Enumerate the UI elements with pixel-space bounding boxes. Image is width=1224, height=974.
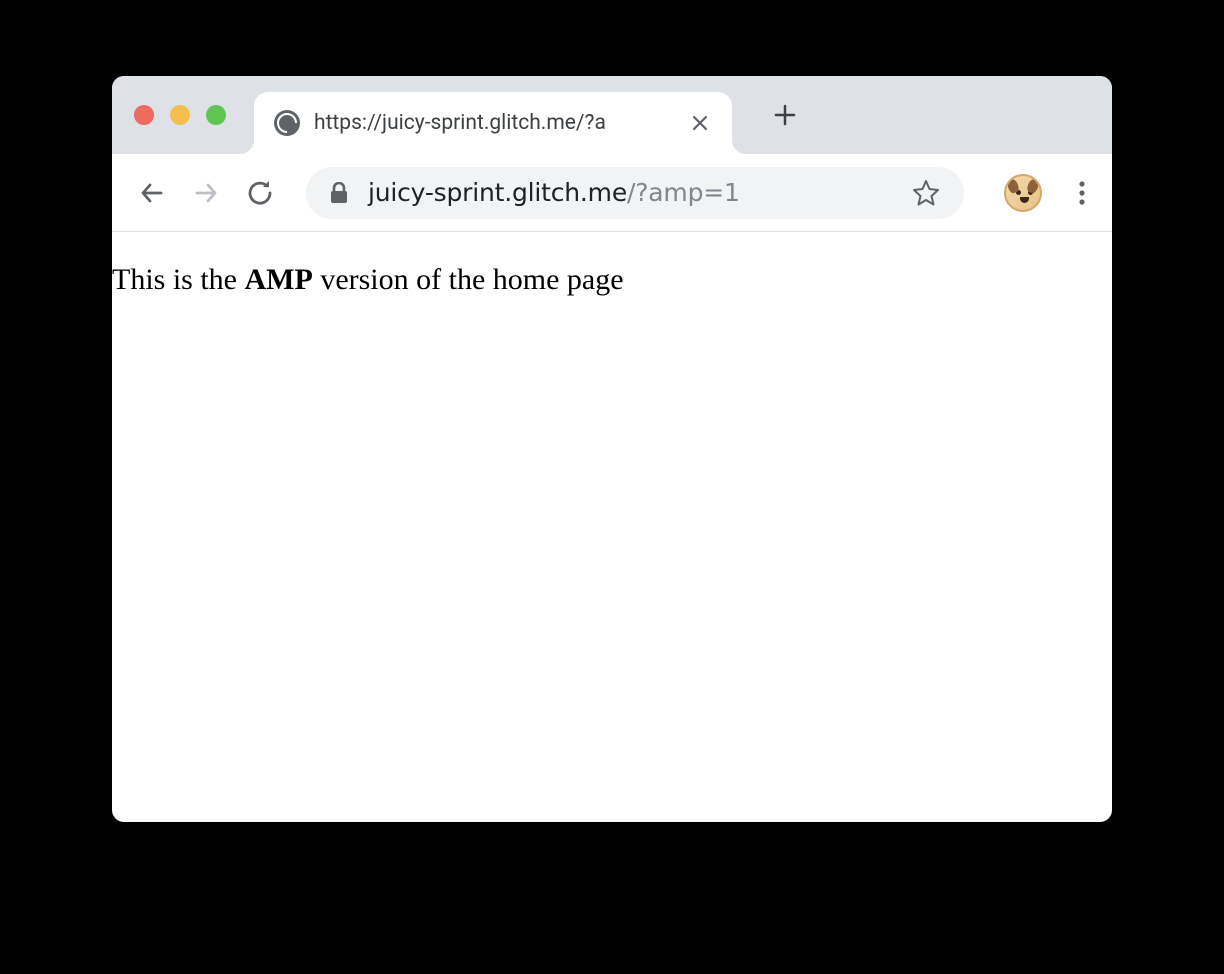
url-text: juicy-sprint.glitch.me/?amp=1 [368, 178, 740, 207]
traffic-lights [134, 105, 226, 125]
browser-window: https://juicy-sprint.glitch.me/?a [112, 76, 1112, 822]
browser-tab[interactable]: https://juicy-sprint.glitch.me/?a [254, 92, 732, 154]
maximize-window-button[interactable] [206, 105, 226, 125]
close-icon [691, 114, 709, 132]
new-tab-button[interactable] [770, 100, 800, 130]
lock-icon [330, 182, 348, 204]
tab-strip: https://juicy-sprint.glitch.me/?a [112, 76, 1112, 154]
arrow-right-icon [191, 178, 221, 208]
reload-button[interactable] [238, 171, 282, 215]
browser-toolbar: juicy-sprint.glitch.me/?amp=1 [112, 154, 1112, 232]
bookmark-button[interactable] [912, 179, 940, 207]
tab-title: https://juicy-sprint.glitch.me/?a [314, 111, 678, 135]
back-button[interactable] [130, 171, 174, 215]
close-window-button[interactable] [134, 105, 154, 125]
page-text: This is the AMP version of the home page [112, 262, 1112, 298]
plus-icon [772, 102, 798, 128]
text-suffix: version of the home page [313, 263, 624, 296]
tab-close-button[interactable] [688, 111, 712, 135]
reload-icon [246, 179, 274, 207]
minimize-window-button[interactable] [170, 105, 190, 125]
kebab-icon [1078, 179, 1086, 207]
arrow-left-icon [137, 178, 167, 208]
url-host: juicy-sprint.glitch.me [368, 178, 627, 207]
address-bar[interactable]: juicy-sprint.glitch.me/?amp=1 [306, 167, 964, 219]
text-bold: AMP [245, 263, 313, 296]
forward-button[interactable] [184, 171, 228, 215]
profile-avatar[interactable] [1004, 174, 1042, 212]
text-prefix: This is the [112, 263, 245, 296]
page-content: This is the AMP version of the home page [112, 232, 1112, 298]
star-icon [912, 179, 940, 207]
menu-button[interactable] [1070, 179, 1094, 207]
globe-icon [274, 110, 300, 136]
url-query: /?amp=1 [627, 178, 740, 207]
